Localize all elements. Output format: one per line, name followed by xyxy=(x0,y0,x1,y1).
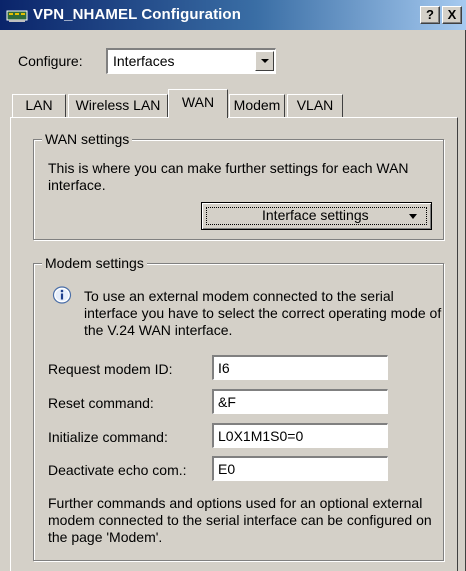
tab-lan[interactable]: LAN xyxy=(12,94,66,117)
help-button[interactable]: ? xyxy=(420,6,440,24)
interface-settings-button[interactable]: Interface settings xyxy=(201,202,432,230)
title-bar[interactable]: VPN_NHAMEL Configuration ? X xyxy=(0,0,466,30)
modem-footer-line3: the page 'Modem'. xyxy=(48,529,163,545)
initialize-command-input[interactable] xyxy=(212,423,388,448)
deactivate-echo-label: Deactivate echo com.: xyxy=(48,462,187,478)
modem-info-line3: the V.24 WAN interface. xyxy=(84,322,233,338)
modem-info-line1: To use an external modem connected to th… xyxy=(84,288,394,304)
configuration-dialog: VPN_NHAMEL Configuration ? X Configure: … xyxy=(0,0,466,571)
wan-settings-description-line1: This is where you can make further setti… xyxy=(48,160,409,176)
wan-settings-legend: WAN settings xyxy=(42,131,133,147)
tab-vlan[interactable]: VLAN xyxy=(287,94,343,117)
interface-settings-label: Interface settings xyxy=(262,207,369,223)
tab-wireless-lan[interactable]: Wireless LAN xyxy=(68,94,168,117)
wan-settings-description-line2: interface. xyxy=(48,177,106,193)
reset-command-input[interactable] xyxy=(212,389,388,414)
info-icon xyxy=(52,286,72,304)
tab-modem[interactable]: Modem xyxy=(229,94,285,117)
close-button[interactable]: X xyxy=(442,6,462,24)
tab-wan[interactable]: WAN xyxy=(168,89,228,118)
configure-select[interactable]: Interfaces xyxy=(106,48,276,74)
modem-settings-legend: Modem settings xyxy=(42,255,147,271)
request-modem-id-input[interactable] xyxy=(212,355,388,380)
modem-info-line2: interface you have to select the correct… xyxy=(84,305,442,321)
initialize-command-label: Initialize command: xyxy=(48,429,168,445)
configure-label: Configure: xyxy=(18,53,83,69)
reset-command-label: Reset command: xyxy=(48,395,154,411)
deactivate-echo-input[interactable] xyxy=(212,456,388,481)
modem-footer-line1: Further commands and options used for an… xyxy=(48,495,423,511)
configure-select-value: Interfaces xyxy=(113,53,175,69)
dropdown-arrow-icon xyxy=(409,214,417,219)
window-title: VPN_NHAMEL Configuration xyxy=(33,6,241,23)
modem-footer-line2: modem connected to the serial interface … xyxy=(48,512,432,528)
chevron-down-icon[interactable] xyxy=(255,51,274,71)
network-card-icon xyxy=(6,10,28,22)
request-modem-id-label: Request modem ID: xyxy=(48,361,173,377)
